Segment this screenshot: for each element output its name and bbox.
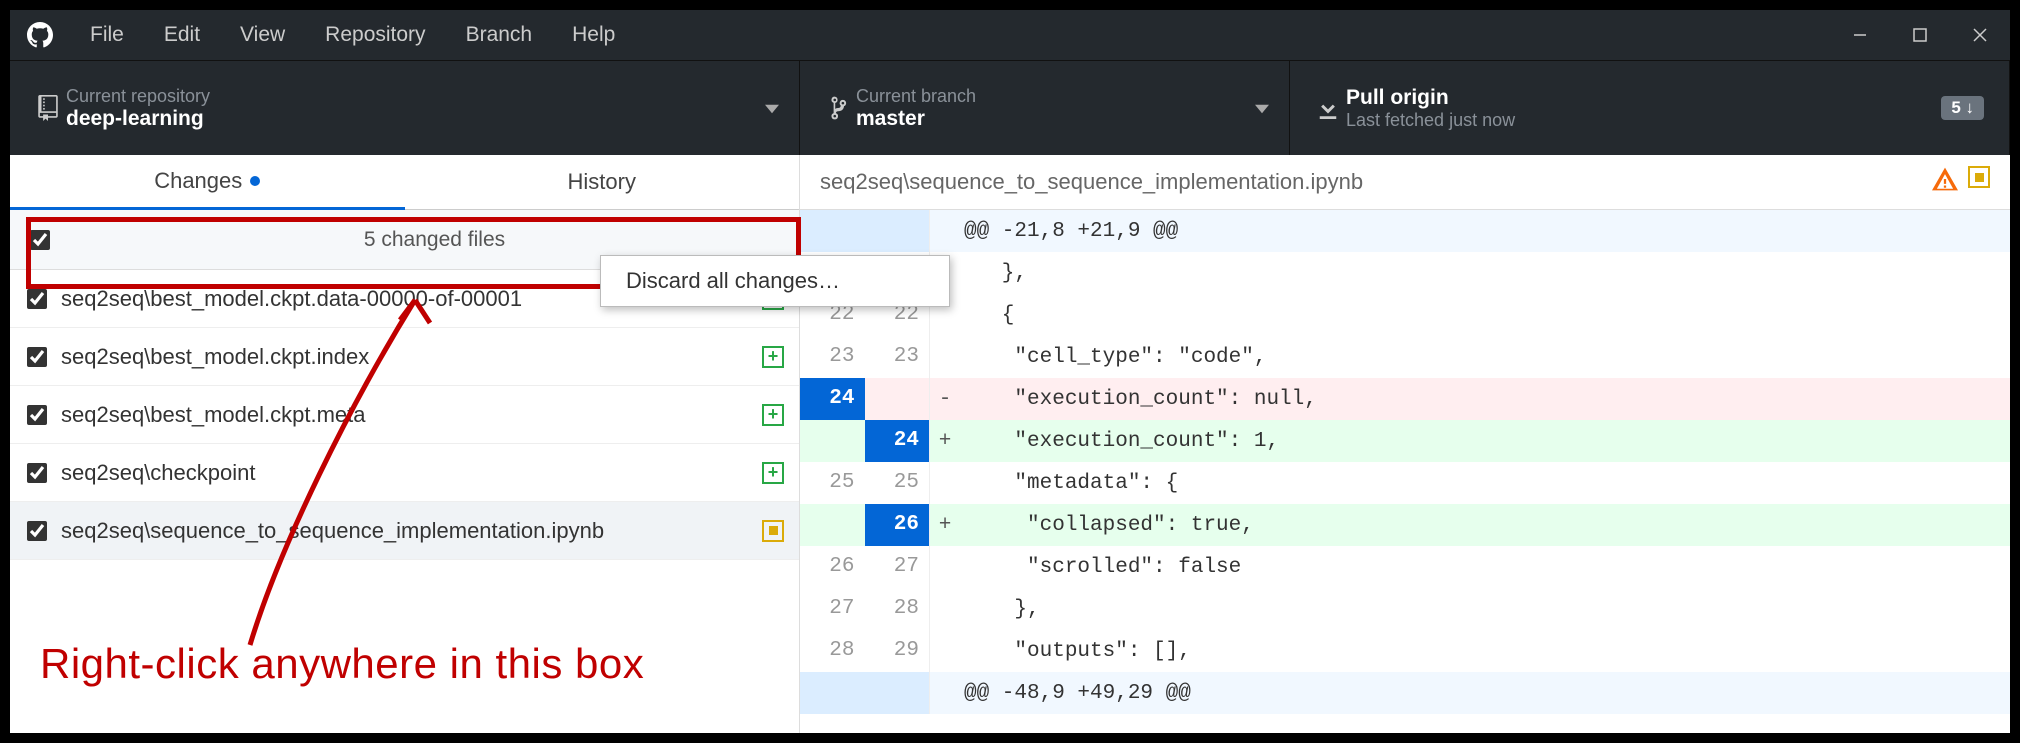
diff-line[interactable]: 2525 "metadata": { <box>800 462 2010 504</box>
branch-name: master <box>856 107 976 131</box>
changes-sidebar: Changes History 5 changed files seq2seq\… <box>10 155 800 733</box>
file-checkbox[interactable] <box>25 521 49 541</box>
chevron-down-icon <box>1255 101 1269 119</box>
unsaved-dot-icon <box>250 176 260 186</box>
file-row[interactable]: seq2seq\best_model.ckpt.meta + <box>10 386 799 444</box>
diff-line[interactable]: 2323 "cell_type": "code", <box>800 336 2010 378</box>
pull-count-badge: 5 ↓ <box>1941 96 1984 120</box>
current-repository-selector[interactable]: Current repository deep-learning <box>10 61 800 155</box>
menu-edit[interactable]: Edit <box>164 23 200 47</box>
tab-changes-label: Changes <box>154 168 242 194</box>
window-maximize-button[interactable] <box>1890 10 1950 60</box>
diff-line[interactable]: 2121 }, <box>800 252 2010 294</box>
diff-pane: seq2seq\sequence_to_sequence_implementat… <box>800 155 2010 733</box>
diff-line[interactable]: 24- "execution_count": null, <box>800 378 2010 420</box>
diff-line[interactable]: 2627 "scrolled": false <box>800 546 2010 588</box>
file-row[interactable]: seq2seq\checkpoint + <box>10 444 799 502</box>
title-bar: File Edit View Repository Branch Help <box>10 10 2010 60</box>
diff-line[interactable]: 2829 "outputs": [], <box>800 630 2010 672</box>
file-checkbox[interactable] <box>25 463 49 483</box>
menu-bar: File Edit View Repository Branch Help <box>70 23 1830 47</box>
diff-line[interactable]: 2728 }, <box>800 588 2010 630</box>
context-menu: Discard all changes… <box>600 255 950 307</box>
menu-branch[interactable]: Branch <box>466 23 533 47</box>
file-name: seq2seq\best_model.ckpt.index <box>61 344 750 370</box>
current-branch-selector[interactable]: Current branch master <box>800 61 1290 155</box>
menu-help[interactable]: Help <box>572 23 615 47</box>
warning-icon[interactable] <box>1932 166 1958 198</box>
diff-line[interactable]: 2222 { <box>800 294 2010 336</box>
diff-file-path: seq2seq\sequence_to_sequence_implementat… <box>820 169 1932 195</box>
file-checkbox[interactable] <box>25 347 49 367</box>
tab-changes[interactable]: Changes <box>10 155 405 210</box>
diff-line[interactable]: 26+ "collapsed": true, <box>800 504 2010 546</box>
pull-subtitle: Last fetched just now <box>1346 110 1515 131</box>
window-minimize-button[interactable] <box>1830 10 1890 60</box>
diff-body[interactable]: @@ -21,8 +21,9 @@2121 },2222 {2323 "cell… <box>800 210 2010 714</box>
window-controls <box>1830 10 2010 60</box>
status-modified-icon <box>762 520 784 542</box>
github-logo-icon <box>10 22 70 48</box>
pull-title: Pull origin <box>1346 86 1515 110</box>
branch-label: Current branch <box>856 86 976 107</box>
chevron-down-icon <box>765 101 779 119</box>
download-icon <box>1310 97 1346 119</box>
diff-line[interactable]: @@ -48,9 +49,29 @@ <box>800 672 2010 714</box>
repo-name: deep-learning <box>66 107 210 131</box>
file-name: seq2seq\checkpoint <box>61 460 750 486</box>
tab-history[interactable]: History <box>405 155 800 210</box>
status-added-icon: + <box>762 404 784 426</box>
branch-icon <box>820 95 856 121</box>
file-name: seq2seq\best_model.ckpt.meta <box>61 402 750 428</box>
file-row[interactable]: seq2seq\sequence_to_sequence_implementat… <box>10 502 799 560</box>
diff-line[interactable]: @@ -21,8 +21,9 @@ <box>800 210 2010 252</box>
header-toolbar: Current repository deep-learning Current… <box>10 60 2010 155</box>
repo-label: Current repository <box>66 86 210 107</box>
window-close-button[interactable] <box>1950 10 2010 60</box>
select-all-checkbox[interactable] <box>30 230 50 250</box>
diff-line[interactable]: 24+ "execution_count": 1, <box>800 420 2010 462</box>
status-modified-icon <box>1968 166 1990 188</box>
repo-icon <box>30 95 66 121</box>
sidebar-tabs: Changes History <box>10 155 799 210</box>
main-split: Changes History 5 changed files seq2seq\… <box>10 155 2010 733</box>
status-added-icon: + <box>762 346 784 368</box>
file-name: seq2seq\sequence_to_sequence_implementat… <box>61 518 750 544</box>
status-added-icon: + <box>762 462 784 484</box>
pull-origin-button[interactable]: Pull origin Last fetched just now 5 ↓ <box>1290 61 2010 155</box>
diff-header: seq2seq\sequence_to_sequence_implementat… <box>800 155 2010 210</box>
menu-item-discard-all[interactable]: Discard all changes… <box>601 256 949 306</box>
changed-files-count: 5 changed files <box>70 228 799 252</box>
file-checkbox[interactable] <box>25 289 49 309</box>
menu-view[interactable]: View <box>240 23 285 47</box>
app-window: File Edit View Repository Branch Help Cu… <box>10 10 2010 733</box>
menu-file[interactable]: File <box>90 23 124 47</box>
menu-repository[interactable]: Repository <box>325 23 425 47</box>
file-checkbox[interactable] <box>25 405 49 425</box>
file-row[interactable]: seq2seq\best_model.ckpt.index + <box>10 328 799 386</box>
